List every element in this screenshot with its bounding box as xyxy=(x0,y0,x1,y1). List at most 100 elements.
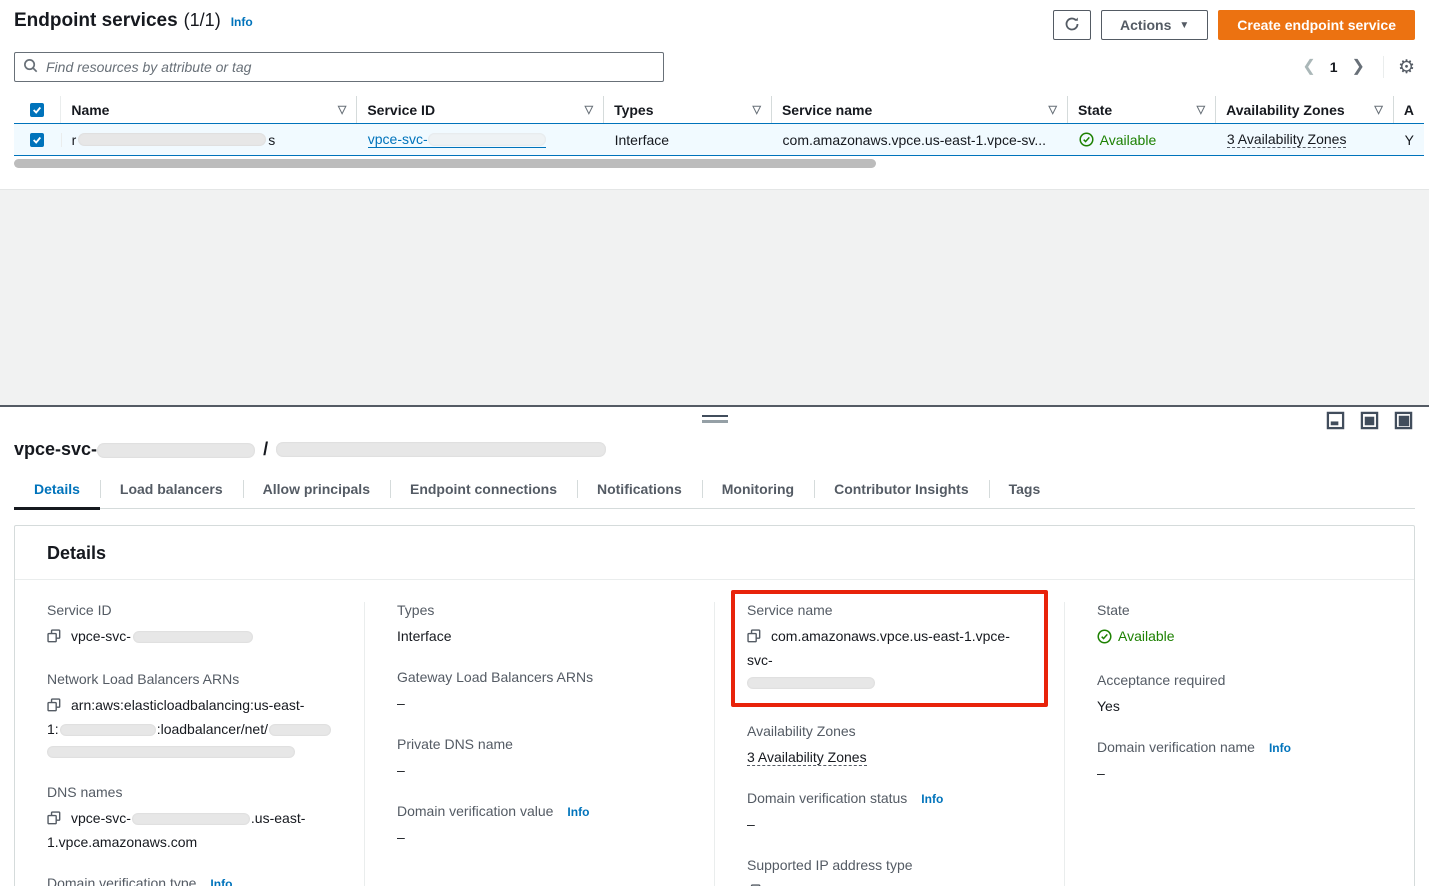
settings-gear-button[interactable]: ⚙ xyxy=(1398,58,1415,77)
column-header-service-id[interactable]: Service ID ▽ xyxy=(357,96,604,123)
supported-ip-type-label: Supported IP address type xyxy=(747,857,1032,873)
table-header-row: Name ▽ Service ID ▽ Types ▽ Service name… xyxy=(14,96,1424,124)
redacted-text xyxy=(47,746,295,758)
cell-availability-zones: 3 Availability Zones xyxy=(1217,131,1395,148)
column-header-availability-zones[interactable]: Availability Zones ▽ xyxy=(1216,96,1394,123)
tab-allow-principals[interactable]: Allow principals xyxy=(243,472,390,508)
column-header-name[interactable]: Name ▽ xyxy=(61,96,357,123)
column-header-acceptance[interactable]: A xyxy=(1394,96,1424,123)
details-column-1: Service ID vpce-svc- Network Load Balanc… xyxy=(15,602,364,886)
actions-label: Actions xyxy=(1120,17,1171,33)
sort-icon[interactable]: ▽ xyxy=(752,103,760,116)
split-panel-drag-handle[interactable] xyxy=(702,415,728,423)
panel-tabs: Details Load balancers Allow principals … xyxy=(14,472,1415,509)
copy-icon[interactable] xyxy=(47,809,61,831)
details-card-title: Details xyxy=(15,526,1414,580)
search-input[interactable] xyxy=(46,59,655,75)
domain-verification-status-info-link[interactable]: Info xyxy=(921,792,943,806)
tab-notifications[interactable]: Notifications xyxy=(577,472,702,508)
acceptance-required-value: Yes xyxy=(1097,695,1382,717)
tab-contributor-insights[interactable]: Contributor Insights xyxy=(814,472,989,508)
panel-size-medium-button[interactable] xyxy=(1360,411,1379,430)
redacted-text xyxy=(276,442,606,457)
previous-page-button[interactable]: ❮ xyxy=(1298,57,1319,77)
page-number[interactable]: 1 xyxy=(1330,59,1338,75)
redacted-text xyxy=(60,724,156,736)
service-id-label: Service ID xyxy=(47,602,332,618)
tab-monitoring[interactable]: Monitoring xyxy=(702,472,814,508)
sort-icon[interactable]: ▽ xyxy=(1197,103,1205,116)
pagination-divider xyxy=(1383,56,1384,78)
split-panel: vpce-svc- / Details Load balancers Allow… xyxy=(0,405,1429,886)
private-dns-name-value: – xyxy=(397,759,682,781)
cell-service-id: vpce-svc- xyxy=(358,131,605,148)
service-name-label: Service name xyxy=(747,602,1032,618)
panel-size-small-button[interactable] xyxy=(1326,411,1345,430)
service-id-link[interactable]: vpce-svc- xyxy=(368,131,546,148)
page-title: Endpoint services xyxy=(14,10,178,32)
state-value: Available xyxy=(1118,625,1175,647)
row-checkbox[interactable] xyxy=(30,133,44,147)
redacted-text xyxy=(269,724,331,736)
tab-details[interactable]: Details xyxy=(14,472,100,508)
redacted-text xyxy=(133,631,253,643)
column-header-service-name[interactable]: Service name ▽ xyxy=(772,96,1068,123)
domain-verification-status-label: Domain verification status xyxy=(747,790,907,806)
availability-zones-popover-link[interactable]: 3 Availability Zones xyxy=(747,749,867,766)
details-column-3: Service name com.amazonaws.vpce.us-east-… xyxy=(714,602,1064,886)
tab-load-balancers[interactable]: Load balancers xyxy=(100,472,243,508)
panel-size-full-button[interactable] xyxy=(1394,411,1413,430)
copy-icon[interactable] xyxy=(47,696,61,718)
tab-tags[interactable]: Tags xyxy=(989,472,1061,508)
cell-state: Available xyxy=(1069,132,1217,148)
table-row[interactable]: r s vpce-svc- Interface com.amazonaws.vp… xyxy=(14,124,1424,156)
copy-icon[interactable] xyxy=(747,627,761,649)
domain-verification-value-label: Domain verification value xyxy=(397,803,553,819)
select-all-checkbox[interactable] xyxy=(30,103,44,117)
endpoint-services-header-section: Endpoint services (1/1) Info Actions ▼ C… xyxy=(0,0,1429,189)
refresh-icon xyxy=(1064,16,1080,35)
search-box[interactable] xyxy=(14,52,664,82)
copy-icon[interactable] xyxy=(47,627,61,649)
refresh-button[interactable] xyxy=(1053,10,1091,40)
sort-icon[interactable]: ▽ xyxy=(1374,103,1382,116)
actions-button[interactable]: Actions ▼ xyxy=(1101,10,1208,40)
sort-icon[interactable]: ▽ xyxy=(338,103,346,116)
types-value: Interface xyxy=(397,625,682,647)
tab-endpoint-connections[interactable]: Endpoint connections xyxy=(390,472,577,508)
check-circle-icon xyxy=(1079,132,1094,147)
domain-verification-status-value: – xyxy=(747,813,1032,835)
private-dns-name-label: Private DNS name xyxy=(397,736,682,752)
availability-zones-popover-link[interactable]: 3 Availability Zones xyxy=(1227,131,1347,148)
column-header-state[interactable]: State ▽ xyxy=(1068,96,1216,123)
horizontal-scrollbar-thumb[interactable] xyxy=(14,159,876,168)
redacted-text xyxy=(97,443,255,458)
cell-acceptance: Y xyxy=(1395,132,1424,148)
title-info-link[interactable]: Info xyxy=(231,15,253,29)
domain-verification-name-label: Domain verification name xyxy=(1097,739,1255,755)
page-background-gap xyxy=(0,189,1429,405)
horizontal-scrollbar[interactable] xyxy=(14,159,1424,169)
caret-down-icon: ▼ xyxy=(1179,20,1189,31)
dns-names-label: DNS names xyxy=(47,784,332,800)
sort-icon[interactable]: ▽ xyxy=(585,103,593,116)
next-page-button[interactable]: ❯ xyxy=(1348,57,1369,77)
domain-verification-type-label: Domain verification type xyxy=(47,875,196,886)
details-column-4: State Available Acceptance required Yes xyxy=(1064,602,1414,886)
domain-verification-value-info-link[interactable]: Info xyxy=(567,805,589,819)
glb-arns-value: – xyxy=(397,692,682,714)
details-column-2: Types Interface Gateway Load Balancers A… xyxy=(364,602,714,886)
domain-verification-type-info-link[interactable]: Info xyxy=(210,877,232,886)
sort-icon[interactable]: ▽ xyxy=(1049,103,1057,116)
acceptance-required-label: Acceptance required xyxy=(1097,672,1382,688)
copy-icon[interactable] xyxy=(747,882,761,886)
page-title-group: Endpoint services (1/1) Info xyxy=(14,10,253,32)
domain-verification-name-info-link[interactable]: Info xyxy=(1269,741,1291,755)
create-label: Create endpoint service xyxy=(1237,17,1396,33)
panel-title: vpce-svc- / xyxy=(0,433,1429,460)
create-endpoint-service-button[interactable]: Create endpoint service xyxy=(1218,10,1415,40)
redacted-text xyxy=(132,813,250,825)
column-header-types[interactable]: Types ▽ xyxy=(604,96,772,123)
cell-types: Interface xyxy=(605,132,773,148)
service-name-highlighted-field: Service name com.amazonaws.vpce.us-east-… xyxy=(731,590,1048,707)
